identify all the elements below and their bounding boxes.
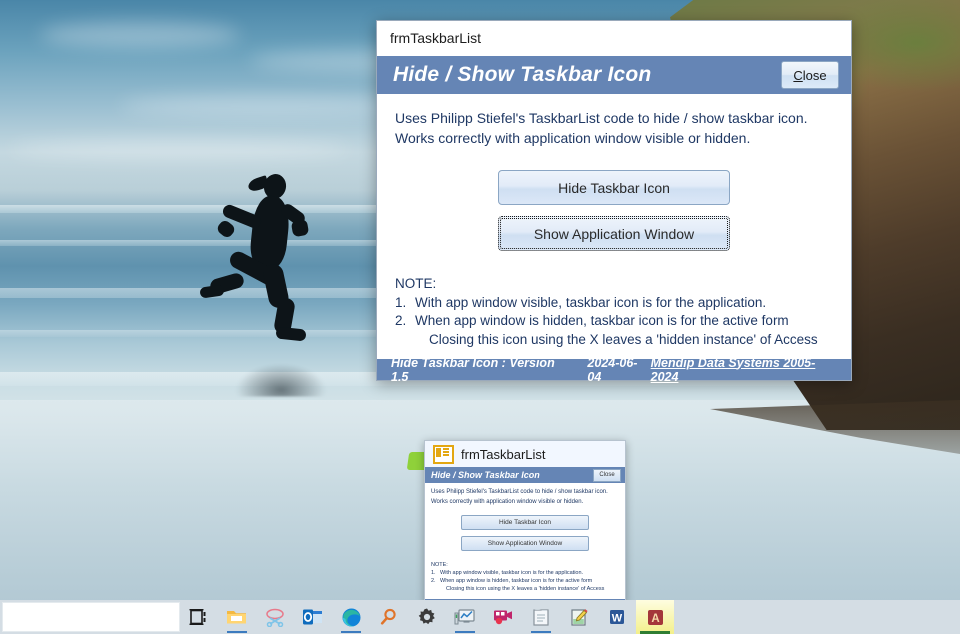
mini-description-line-1: Uses Philipp Stiefel's TaskbarList code … [431,489,608,495]
magnifier-glyph [380,608,396,625]
note-number: 2. [395,313,407,328]
svg-text:A: A [651,613,659,625]
microsoft-word-icon[interactable]: W [598,600,636,634]
mini-header-title: Hide / Show Taskbar Icon [431,470,540,480]
microsoft-edge-icon[interactable] [332,600,370,634]
show-application-window-button[interactable]: Show Application Window [498,216,730,251]
note-heading: NOTE: [395,276,437,291]
screen-recorder-icon[interactable] [484,600,522,634]
edge-glyph [342,608,360,626]
action-button-group: Hide Taskbar Icon Show Application Windo… [377,170,851,251]
note-item: 2. When app window is hidden, taskbar ic… [395,312,833,331]
task-view-glyph [189,609,206,625]
note-text: When app window is hidden, taskbar icon … [415,313,789,328]
taskbarlist-form-window: frmTaskbarList Hide / Show Taskbar Icon … [376,20,852,384]
mini-note-text: Closing this icon using the X leaves a '… [446,586,605,592]
notepad-pencil-glyph [571,609,588,626]
settings-gear-icon[interactable] [408,600,446,634]
mini-note-number: 1. [431,570,436,576]
notepad-icon[interactable] [522,600,560,634]
cloud [120,96,420,116]
form-footer-bar: Hide Taskbar Icon : Version 1.5 2024-06-… [377,356,851,384]
note-number: 1. [395,294,407,310]
footer-date: 2024-06-04 [587,355,638,384]
access-glyph: A [647,609,663,625]
task-view-icon[interactable] [180,600,218,634]
close-button[interactable]: Close [781,61,839,89]
note-number [395,331,415,350]
window-title: frmTaskbarList [390,30,482,46]
folder-glyph [227,611,246,624]
word-glyph: W [610,610,624,624]
mini-show-application-window-button: Show Application Window [461,536,589,551]
system-monitor-icon[interactable] [446,600,484,634]
microsoft-access-icon[interactable]: A [636,600,674,634]
mini-note-block: NOTE: 1. With app window visible, taskba… [425,561,625,593]
note-block: NOTE: 1. With app window visible, taskba… [377,275,851,359]
form-header-band: Hide / Show Taskbar Icon Close [377,56,851,94]
monitor-chart-glyph [454,609,475,625]
windows-taskbar: W A [0,600,960,634]
mini-header-band: Hide / Show Taskbar Icon Close [425,467,625,483]
outlook-glyph [303,609,322,625]
close-button-label: lose [802,67,827,83]
file-explorer-icon[interactable] [218,600,256,634]
access-form-icon [433,444,454,464]
mini-note-item: 2. When app window is hidden, taskbar ic… [431,577,619,585]
runner-silhouette [199,168,344,348]
cloud [10,140,350,158]
description-line-1: Uses Philipp Stiefel's TaskbarList code … [395,110,808,126]
notepad-edit-icon[interactable] [560,600,598,634]
recorder-glyph [494,610,512,625]
close-button-accel: C [793,67,803,83]
footer-version: Hide Taskbar Icon : Version 1.5 [391,355,555,384]
mini-note-number [431,585,440,593]
note-text: Closing this icon using the X leaves a '… [429,331,818,347]
note-item: Closing this icon using the X leaves a '… [395,331,833,350]
taskbar-search-input[interactable] [2,602,180,632]
outlook-icon[interactable] [294,600,332,634]
note-text: With app window visible, taskbar icon is… [415,294,767,310]
notepad-glyph [533,609,549,626]
footer-company-link[interactable]: Mendip Data Systems 2005-2024 [651,356,841,384]
search-icon[interactable] [370,600,408,634]
thumbnail-mini-form: Hide / Show Taskbar Icon Close Uses Phil… [425,467,625,603]
runner-reflection [236,363,326,397]
mini-note-item: Closing this icon using the X leaves a '… [431,585,619,593]
note-item: 1. With app window visible, taskbar icon… [395,294,833,313]
mini-hide-taskbar-icon-button: Hide Taskbar Icon [461,515,589,530]
hide-taskbar-icon-button[interactable]: Hide Taskbar Icon [498,170,730,205]
snipping-tool-icon[interactable] [256,600,294,634]
thumbnail-title: frmTaskbarList [461,446,546,462]
mini-note-item: 1. With app window visible, taskbar icon… [431,569,619,577]
form-body: Uses Philipp Stiefel's TaskbarList code … [377,94,851,359]
mini-button-group: Hide Taskbar Icon Show Application Windo… [425,515,625,551]
window-title-bar[interactable]: frmTaskbarList [377,21,851,56]
cloud [40,22,240,48]
gear-glyph [418,608,435,625]
mini-note-text: With app window visible, taskbar icon is… [440,570,584,576]
mini-note-text: When app window is hidden, taskbar icon … [440,578,593,584]
svg-text:W: W [612,612,623,624]
description-line-2: Works correctly with application window … [395,130,751,146]
mini-note-number: 2. [431,578,436,584]
scissors-glyph [266,608,284,627]
taskbar-thumbnail-preview[interactable]: frmTaskbarList Hide / Show Taskbar Icon … [424,440,626,604]
mini-description-line-2: Works correctly with application window … [431,498,584,505]
mini-close-button: Close [593,468,621,482]
mini-note-heading: NOTE: [431,562,448,568]
form-header-title: Hide / Show Taskbar Icon [393,63,652,86]
thumbnail-title-row: frmTaskbarList [425,441,625,467]
